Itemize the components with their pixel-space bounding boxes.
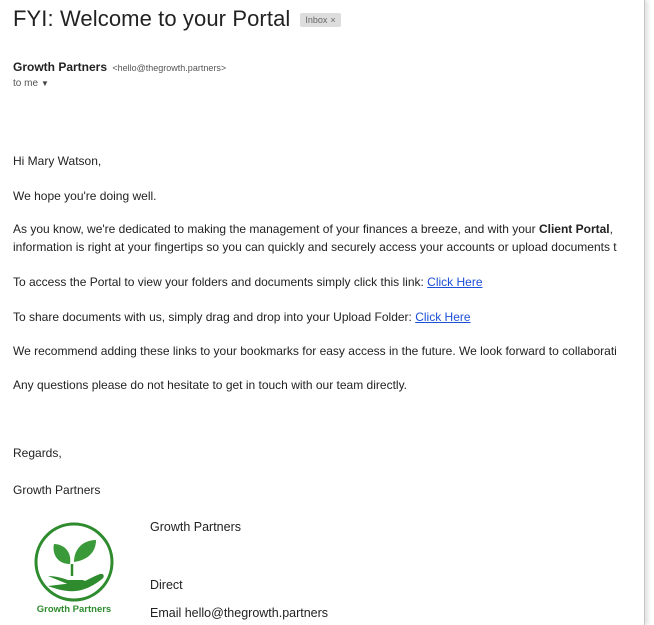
hand-with-leaves-icon <box>34 522 114 602</box>
email-view: FYI: Welcome to your Portal Inbox × Grow… <box>0 0 645 625</box>
hope-line: We hope you're doing well. <box>13 189 157 203</box>
chevron-down-icon[interactable]: ▼ <box>41 79 49 88</box>
inbox-label-chip[interactable]: Inbox × <box>300 13 341 27</box>
regards: Regards, <box>13 446 62 460</box>
recipient-text: to me <box>13 78 39 89</box>
email-subject: FYI: Welcome to your Portal <box>13 6 291 31</box>
share-text: To share documents with us, simply drag … <box>13 310 416 324</box>
share-line: To share documents with us, simply drag … <box>13 310 471 324</box>
signature-company: Growth Partners <box>150 520 242 534</box>
sender-row: Growth Partners <hello@thegrowth.partner… <box>13 60 226 74</box>
subject-row: FYI: Welcome to your Portal Inbox × <box>13 6 341 32</box>
recipient-row[interactable]: to me ▼ <box>13 78 49 89</box>
signature-direct: Direct <box>150 578 183 592</box>
access-text: To access the Portal to view your folder… <box>13 275 428 289</box>
inbox-label-text: Inbox <box>305 15 328 25</box>
signoff: Growth Partners <box>13 483 101 497</box>
questions-line: Any questions please do not hesitate to … <box>13 378 408 392</box>
signature-email[interactable]: Email hello@thegrowth.partners <box>150 606 328 620</box>
sender-name[interactable]: Growth Partners <box>13 60 107 74</box>
bookmark-line: We recommend adding these links to your … <box>13 344 617 358</box>
logo-text: Growth Partners <box>36 604 112 615</box>
remove-label-icon[interactable]: × <box>330 15 335 25</box>
sender-email: <hello@thegrowth.partners> <box>112 63 227 73</box>
client-portal-bold: Client Portal <box>538 222 610 236</box>
intro-line-1: As you know, we're dedicated to making t… <box>13 222 613 236</box>
intro-line-2: information is right at your fingertips … <box>13 240 617 254</box>
intro-text: As you know, we're dedicated to making t… <box>13 222 539 236</box>
access-line: To access the Portal to view your folder… <box>13 275 483 289</box>
greeting: Hi Mary Watson, <box>13 154 102 168</box>
upload-folder-click-here-link[interactable]: Click Here <box>415 310 470 324</box>
intro-text-end: , <box>609 222 613 236</box>
portal-click-here-link[interactable]: Click Here <box>427 275 482 289</box>
